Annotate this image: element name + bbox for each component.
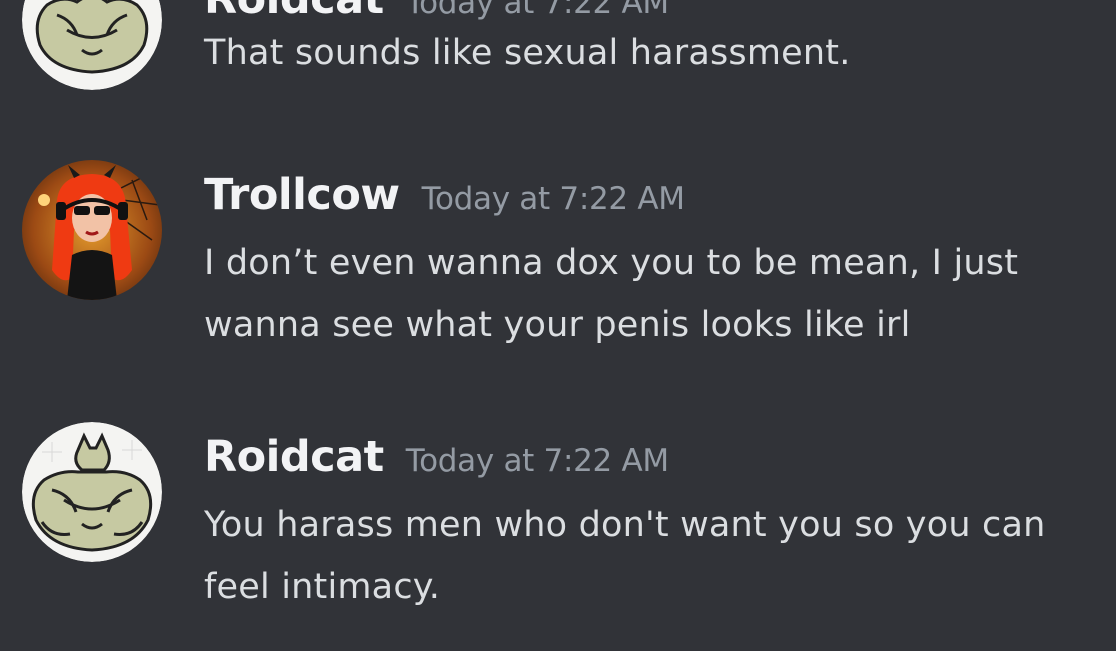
timestamp[interactable]: Today at 7:22 AM bbox=[422, 181, 685, 217]
message-header: Trollcow Today at 7:22 AM bbox=[204, 170, 685, 220]
buff-cat-icon bbox=[22, 422, 162, 562]
chat-message: Roidcat Today at 7:22 AM That sounds like… bbox=[0, 0, 1116, 110]
author-name[interactable]: Trollcow bbox=[204, 170, 400, 220]
message-text: You harass men who don't want you so you… bbox=[204, 505, 1046, 607]
chat-message: Roidcat Today at 7:22 AM You harass men w… bbox=[0, 422, 1116, 651]
roidcat-avatar[interactable] bbox=[22, 0, 162, 90]
timestamp[interactable]: Today at 7:22 AM bbox=[406, 0, 669, 21]
message-header: Roidcat Today at 7:22 AM bbox=[204, 432, 669, 482]
chat-message: Trollcow Today at 7:22 AM I don’t even wa… bbox=[0, 160, 1116, 360]
author-name[interactable]: Roidcat bbox=[204, 0, 384, 24]
message-text: That sounds like sexual harassment. bbox=[204, 33, 851, 73]
trollcow-avatar[interactable] bbox=[22, 160, 162, 300]
red-haired-girl-icon bbox=[22, 160, 162, 300]
message-header: Roidcat Today at 7:22 AM bbox=[204, 0, 669, 24]
timestamp[interactable]: Today at 7:22 AM bbox=[406, 443, 669, 479]
author-name[interactable]: Roidcat bbox=[204, 432, 384, 482]
message-text: I don’t even wanna dox you to be mean, I… bbox=[204, 243, 1019, 345]
roidcat-avatar[interactable] bbox=[22, 422, 162, 562]
buff-cat-icon bbox=[22, 0, 162, 90]
